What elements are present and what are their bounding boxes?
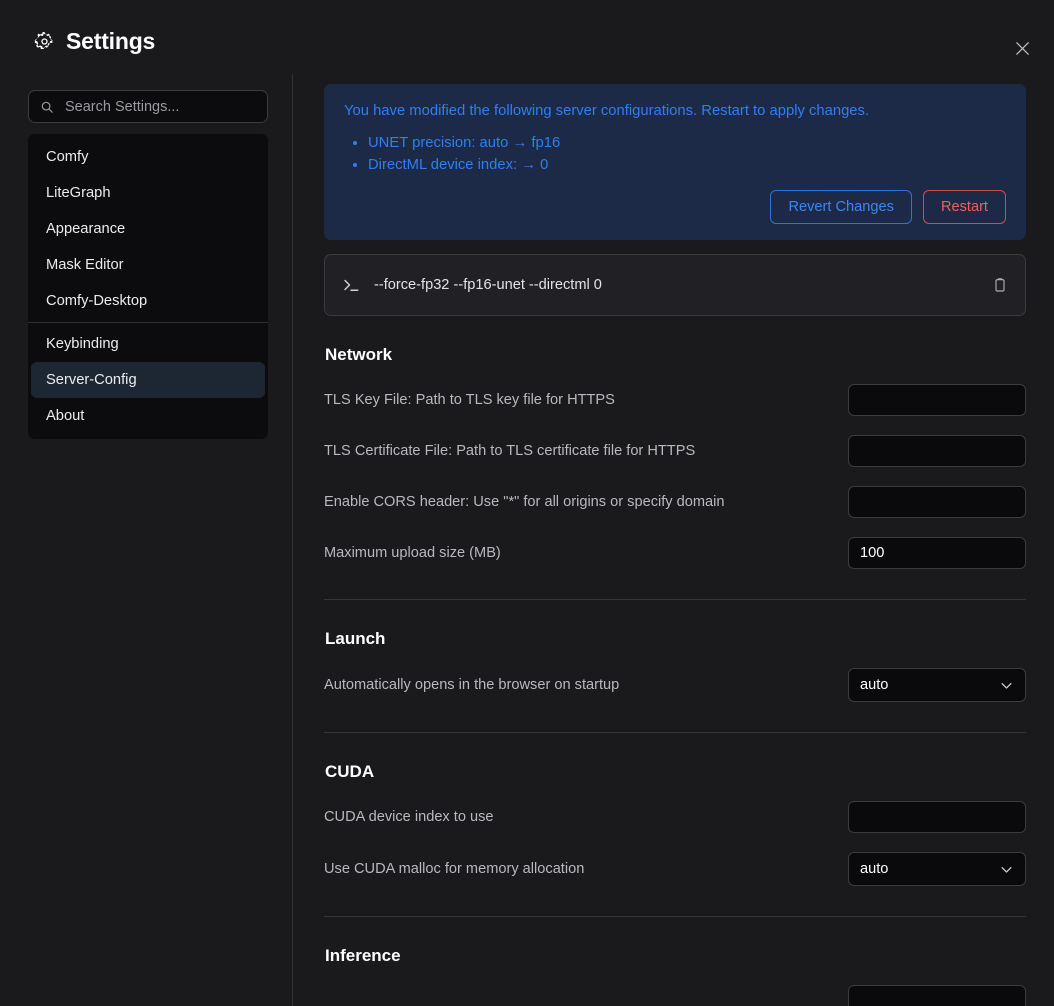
setting-row: Enable CORS header: Use "*" for all orig… xyxy=(324,486,1026,519)
section-cuda: CUDA CUDA device index to use Use CUDA mal… xyxy=(324,762,1026,887)
sidebar-item-label: LiteGraph xyxy=(46,185,111,201)
section-title: CUDA xyxy=(325,762,375,782)
setting-row: Automatically opens in the browser on st… xyxy=(324,668,1026,703)
setting-dropdown[interactable]: auto xyxy=(848,668,1026,703)
setting-label: Automatically opens in the browser on st… xyxy=(324,677,620,694)
command-line-preview: --force-fp32 --fp16-unet --directml 0 xyxy=(324,254,1026,317)
section-divider xyxy=(324,732,1026,734)
section-title: Launch xyxy=(325,629,386,649)
terminal-prompt-icon xyxy=(344,280,359,292)
setting-input[interactable] xyxy=(848,537,1026,570)
setting-row xyxy=(324,985,1026,1006)
section-network: Network TLS Key File: Path to TLS key fil… xyxy=(324,345,1026,570)
sidebar-item-label: Keybinding xyxy=(46,336,119,352)
setting-row: CUDA device index to use xyxy=(324,801,1026,834)
section-launch: Launch Automatically opens in the browser… xyxy=(324,629,1026,703)
sidebar-item-server-config[interactable]: Server-Config xyxy=(31,362,265,398)
settings-dialog: Settings Comfy LiteGraph Appearance Mask Ed… xyxy=(0,0,1054,1006)
setting-input[interactable] xyxy=(848,384,1026,417)
chevron-down-icon xyxy=(1001,682,1012,689)
setting-input[interactable] xyxy=(848,985,1026,1006)
banner-message: You have modified the following server c… xyxy=(344,103,870,119)
setting-row: TLS Certificate File: Path to TLS certif… xyxy=(324,435,1026,468)
banner-actions: Revert Changes Restart xyxy=(344,190,1006,225)
setting-label: CUDA device index to use xyxy=(324,809,494,826)
close-button[interactable] xyxy=(1008,34,1036,62)
setting-label: TLS Key File: Path to TLS key file for H… xyxy=(324,392,615,409)
dropdown-value: auto xyxy=(860,861,889,878)
banner-change-list: UNET precision: auto → fp16DirectML devi… xyxy=(344,132,1006,176)
section-inference: Inference xyxy=(324,946,1026,1006)
command-text: --force-fp32 --fp16-unet --directml 0 xyxy=(374,277,602,294)
revert-changes-button[interactable]: Revert Changes xyxy=(770,190,912,225)
setting-row: TLS Key File: Path to TLS key file for H… xyxy=(324,384,1026,417)
setting-label: Enable CORS header: Use "*" for all orig… xyxy=(324,494,725,511)
setting-row: Maximum upload size (MB) xyxy=(324,537,1026,570)
dropdown-value: auto xyxy=(860,677,889,694)
setting-dropdown[interactable]: auto xyxy=(848,852,1026,887)
search-icon xyxy=(41,101,53,113)
sidebar-item-label: Comfy xyxy=(46,149,89,165)
restart-required-banner: You have modified the following server c… xyxy=(324,84,1026,241)
dialog-header: Settings xyxy=(0,0,1054,72)
sidebar-item-comfy-desktop[interactable]: Comfy-Desktop xyxy=(31,283,265,319)
setting-input[interactable] xyxy=(848,435,1026,468)
chevron-down-icon xyxy=(1001,866,1012,873)
settings-sections: Network TLS Key File: Path to TLS key fil… xyxy=(324,345,1034,1006)
sidebar-item-label: Server-Config xyxy=(46,372,137,388)
section-title: Inference xyxy=(325,946,401,966)
sidebar-divider xyxy=(28,322,268,323)
setting-input[interactable] xyxy=(848,486,1026,519)
search-settings-box[interactable] xyxy=(28,90,268,123)
setting-label: Maximum upload size (MB) xyxy=(324,545,501,562)
sidebar-item-label: Mask Editor xyxy=(46,257,124,273)
section-title: Network xyxy=(325,345,393,365)
section-divider xyxy=(324,916,1026,918)
gear-icon xyxy=(34,31,55,52)
sidebar-item-label: About xyxy=(46,408,85,424)
settings-sidebar: Comfy LiteGraph Appearance Mask Editor Comfy… xyxy=(0,72,292,1006)
sidebar-item-keybinding[interactable]: Keybinding xyxy=(31,326,265,362)
title-group: Settings xyxy=(34,30,155,53)
setting-label: Use CUDA malloc for memory allocation xyxy=(324,861,585,878)
restart-button[interactable]: Restart xyxy=(922,190,1006,225)
sidebar-item-litegraph[interactable]: LiteGraph xyxy=(31,175,265,211)
setting-row: Use CUDA malloc for memory allocation aut… xyxy=(324,852,1026,887)
search-input[interactable] xyxy=(63,97,256,116)
settings-nav-list: Comfy LiteGraph Appearance Mask Editor Comfy… xyxy=(28,134,268,439)
banner-change-item: UNET precision: auto → fp16 xyxy=(368,132,1006,154)
sidebar-item-comfy[interactable]: Comfy xyxy=(31,139,265,175)
sidebar-item-appearance[interactable]: Appearance xyxy=(31,211,265,247)
setting-label: TLS Certificate File: Path to TLS certif… xyxy=(324,443,696,460)
sidebar-item-about[interactable]: About xyxy=(31,398,265,434)
page-title: Settings xyxy=(66,28,156,54)
section-divider xyxy=(324,599,1026,601)
copy-icon[interactable] xyxy=(992,276,1008,294)
setting-input[interactable] xyxy=(848,801,1026,834)
sidebar-item-label: Comfy-Desktop xyxy=(46,293,148,309)
sidebar-item-mask-editor[interactable]: Mask Editor xyxy=(31,247,265,283)
banner-change-item: DirectML device index: → 0 xyxy=(368,154,1006,176)
settings-content-panel: You have modified the following server c… xyxy=(293,72,1054,1006)
sidebar-item-label: Appearance xyxy=(46,221,126,237)
